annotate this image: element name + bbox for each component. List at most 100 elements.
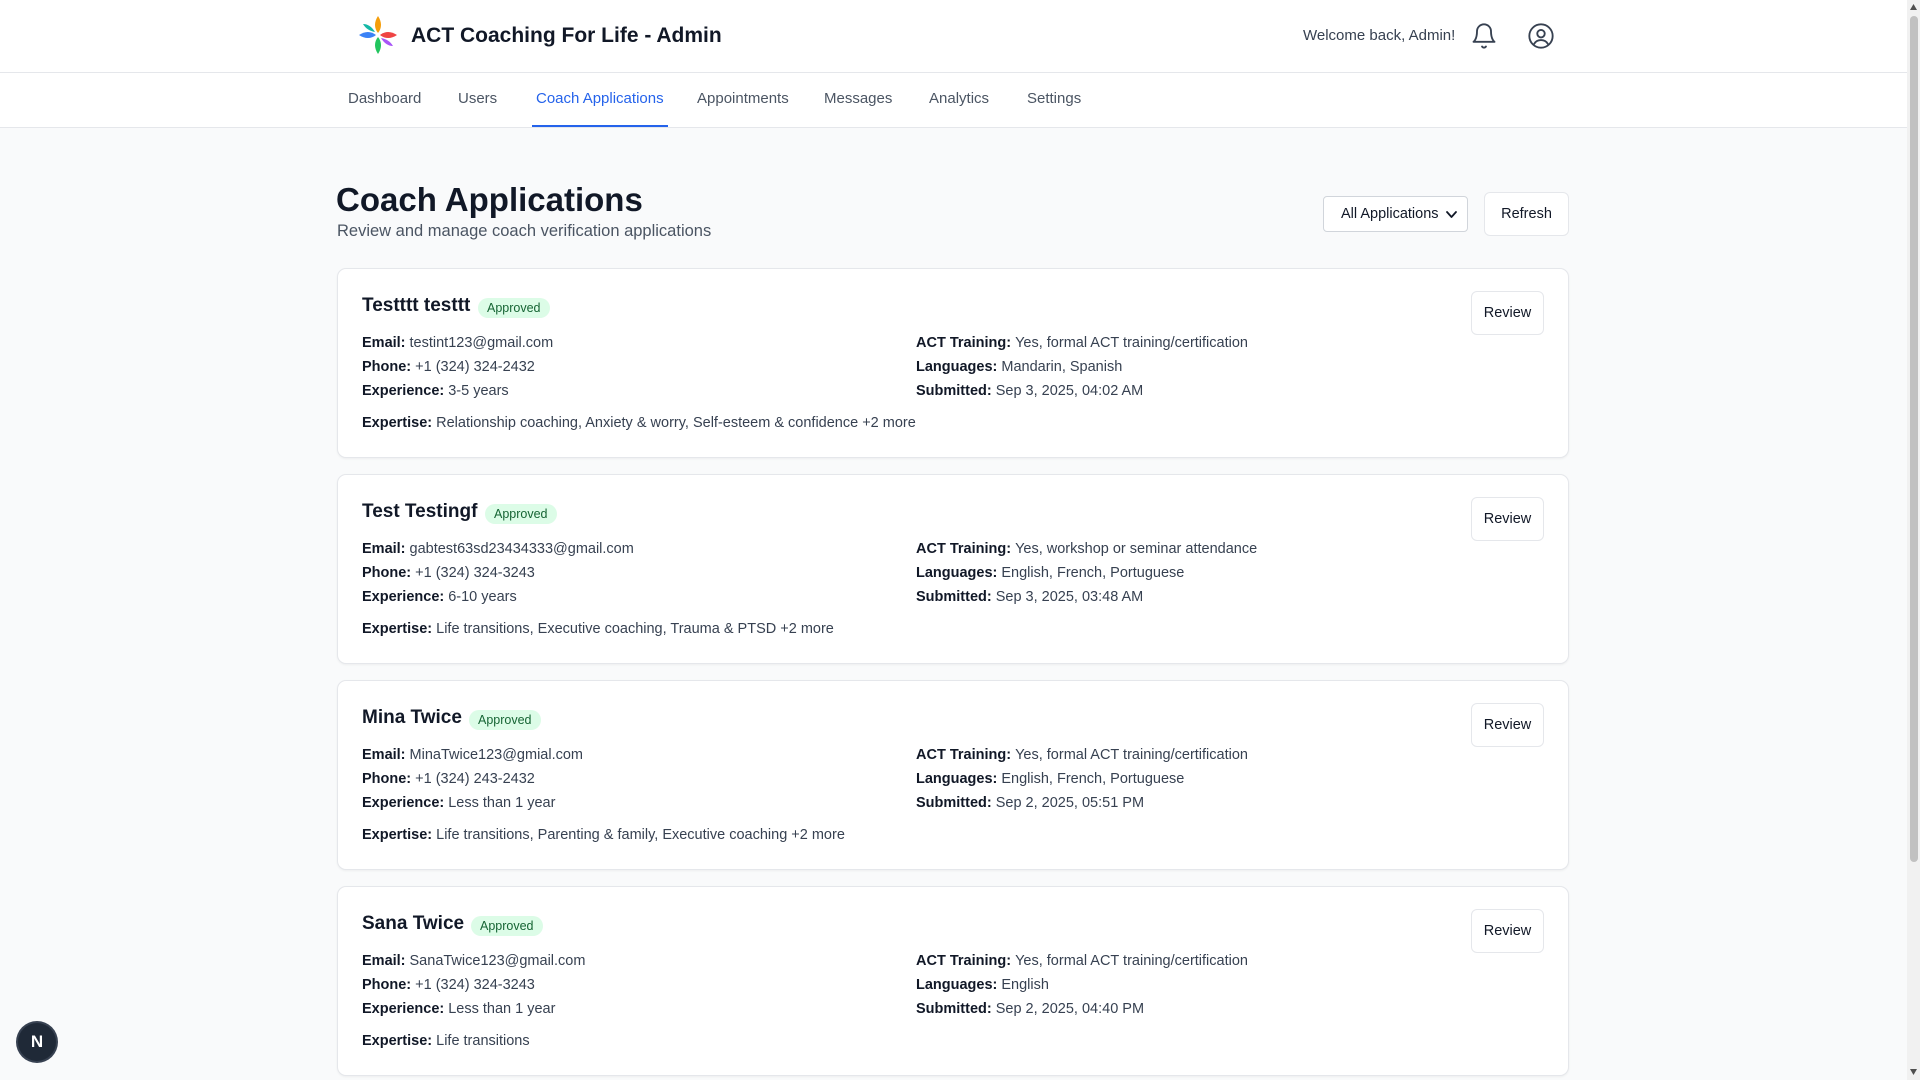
scroll-down-arrow-icon[interactable] xyxy=(1909,1068,1918,1076)
languages-field: Languages: English, French, Portuguese xyxy=(916,771,1184,787)
email-value: gabtest63sd23434333@gmail.com xyxy=(409,541,634,557)
tab-appointments[interactable]: Appointments xyxy=(697,73,789,127)
app-title: ACT Coaching For Life - Admin xyxy=(411,24,722,47)
tab-analytics[interactable]: Analytics xyxy=(929,73,989,127)
languages-field: Languages: English xyxy=(916,977,1049,993)
review-button[interactable]: Review xyxy=(1471,497,1544,541)
languages-label: Languages: xyxy=(916,771,998,787)
act-training-label: ACT Training: xyxy=(916,953,1012,969)
review-button[interactable]: Review xyxy=(1471,703,1544,747)
tab-messages[interactable]: Messages xyxy=(824,73,892,127)
submitted-value: Sep 2, 2025, 05:51 PM xyxy=(995,795,1145,811)
languages-value: English xyxy=(1001,977,1049,993)
top-header: ACT Coaching For Life - Admin Welcome ba… xyxy=(0,0,1907,73)
languages-value: English, French, Portuguese xyxy=(1001,771,1185,787)
act-training-value: Yes, workshop or seminar attendance xyxy=(1015,541,1258,557)
status-badge: Approved xyxy=(485,504,557,524)
user-circle-icon[interactable] xyxy=(1527,22,1555,50)
experience-label: Experience: xyxy=(362,795,445,811)
phone-value: +1 (324) 324-3243 xyxy=(415,977,535,993)
status-badge: Approved xyxy=(469,710,541,730)
act-training-field: ACT Training: Yes, workshop or seminar at… xyxy=(916,541,1257,557)
expertise-label: Expertise: xyxy=(362,415,433,431)
dev-tools-badge[interactable]: N xyxy=(18,1023,56,1061)
phone-label: Phone: xyxy=(362,977,412,993)
email-value: SanaTwice123@gmail.com xyxy=(409,953,586,969)
submitted-label: Submitted: xyxy=(916,383,992,399)
expertise-field: Expertise: Relationship coaching, Anxiety… xyxy=(362,415,916,431)
expertise-field: Expertise: Life transitions xyxy=(362,1033,530,1049)
review-button[interactable]: Review xyxy=(1471,291,1544,335)
phone-field: Phone: +1 (324) 324-2432 xyxy=(362,359,535,375)
experience-field: Experience: 6-10 years xyxy=(362,589,517,605)
email-field: Email: SanaTwice123@gmail.com xyxy=(362,953,585,969)
submitted-label: Submitted: xyxy=(916,1001,992,1017)
experience-field: Experience: Less than 1 year xyxy=(362,795,555,811)
applicant-name: Sana Twice xyxy=(362,913,465,934)
expertise-value: Life transitions xyxy=(436,1033,530,1049)
experience-label: Experience: xyxy=(362,383,445,399)
experience-label: Experience: xyxy=(362,1001,445,1017)
scroll-up-arrow-icon[interactable] xyxy=(1909,3,1918,11)
email-label: Email: xyxy=(362,953,406,969)
experience-value: Less than 1 year xyxy=(448,1001,556,1017)
submitted-field: Submitted: Sep 3, 2025, 04:02 AM xyxy=(916,383,1143,399)
expertise-label: Expertise: xyxy=(362,621,433,637)
applicant-name: Mina Twice xyxy=(362,707,462,728)
experience-field: Experience: 3-5 years xyxy=(362,383,509,399)
languages-value: Mandarin, Spanish xyxy=(1001,359,1123,375)
submitted-label: Submitted: xyxy=(916,589,992,605)
expertise-label: Expertise: xyxy=(362,827,433,843)
expertise-field: Expertise: Life transitions, Executive co… xyxy=(362,621,834,637)
languages-label: Languages: xyxy=(916,359,998,375)
experience-value: 6-10 years xyxy=(448,589,517,605)
refresh-button[interactable]: Refresh xyxy=(1484,192,1569,236)
phone-label: Phone: xyxy=(362,565,412,581)
experience-value: 3-5 years xyxy=(448,383,509,399)
email-field: Email: testint123@gmail.com xyxy=(362,335,553,351)
submitted-field: Submitted: Sep 2, 2025, 04:40 PM xyxy=(916,1001,1144,1017)
page-subtitle: Review and manage coach verification app… xyxy=(337,222,712,240)
email-field: Email: gabtest63sd23434333@gmail.com xyxy=(362,541,634,557)
main-nav: Dashboard Users Coach Applications Appoi… xyxy=(0,73,1907,128)
status-badge: Approved xyxy=(478,298,550,318)
applicant-name: Test Testingf xyxy=(362,501,478,522)
review-button[interactable]: Review xyxy=(1471,909,1544,953)
phone-field: Phone: +1 (324) 324-3243 xyxy=(362,565,535,581)
expertise-value: Life transitions, Executive coaching, Tr… xyxy=(436,621,834,637)
petal-logo-icon xyxy=(359,16,397,54)
email-value: testint123@gmail.com xyxy=(409,335,554,351)
act-training-field: ACT Training: Yes, formal ACT training/ce… xyxy=(916,953,1248,969)
status-filter-select[interactable]: All Applications xyxy=(1323,196,1468,232)
tab-coach-applications[interactable]: Coach Applications xyxy=(532,73,668,127)
email-value: MinaTwice123@gmial.com xyxy=(409,747,583,763)
phone-value: +1 (324) 243-2432 xyxy=(415,771,535,787)
welcome-text: Welcome back, Admin! xyxy=(1303,27,1456,44)
languages-value: English, French, Portuguese xyxy=(1001,565,1185,581)
email-label: Email: xyxy=(362,747,406,763)
phone-label: Phone: xyxy=(362,359,412,375)
status-badge: Approved xyxy=(471,916,543,936)
scrollbar-thumb[interactable] xyxy=(1910,16,1918,862)
act-training-label: ACT Training: xyxy=(916,541,1012,557)
experience-value: Less than 1 year xyxy=(448,795,556,811)
tab-settings[interactable]: Settings xyxy=(1027,73,1081,127)
tab-dashboard[interactable]: Dashboard xyxy=(348,73,421,127)
languages-label: Languages: xyxy=(916,565,998,581)
act-training-value: Yes, formal ACT training/certification xyxy=(1015,953,1248,969)
page-scrollbar[interactable] xyxy=(1907,0,1920,1080)
application-card: Mina Twice Approved Review Email: MinaTwi… xyxy=(337,680,1569,870)
languages-field: Languages: Mandarin, Spanish xyxy=(916,359,1122,375)
email-label: Email: xyxy=(362,541,406,557)
experience-field: Experience: Less than 1 year xyxy=(362,1001,555,1017)
status-filter-value: All Applications xyxy=(1341,206,1439,222)
act-training-label: ACT Training: xyxy=(916,335,1012,351)
phone-field: Phone: +1 (324) 243-2432 xyxy=(362,771,535,787)
expertise-value: Relationship coaching, Anxiety & worry, … xyxy=(436,415,916,431)
email-label: Email: xyxy=(362,335,406,351)
bell-icon[interactable] xyxy=(1470,22,1498,50)
page-title: Coach Applications xyxy=(336,181,643,218)
tab-users[interactable]: Users xyxy=(458,73,497,127)
email-field: Email: MinaTwice123@gmial.com xyxy=(362,747,583,763)
submitted-label: Submitted: xyxy=(916,795,992,811)
